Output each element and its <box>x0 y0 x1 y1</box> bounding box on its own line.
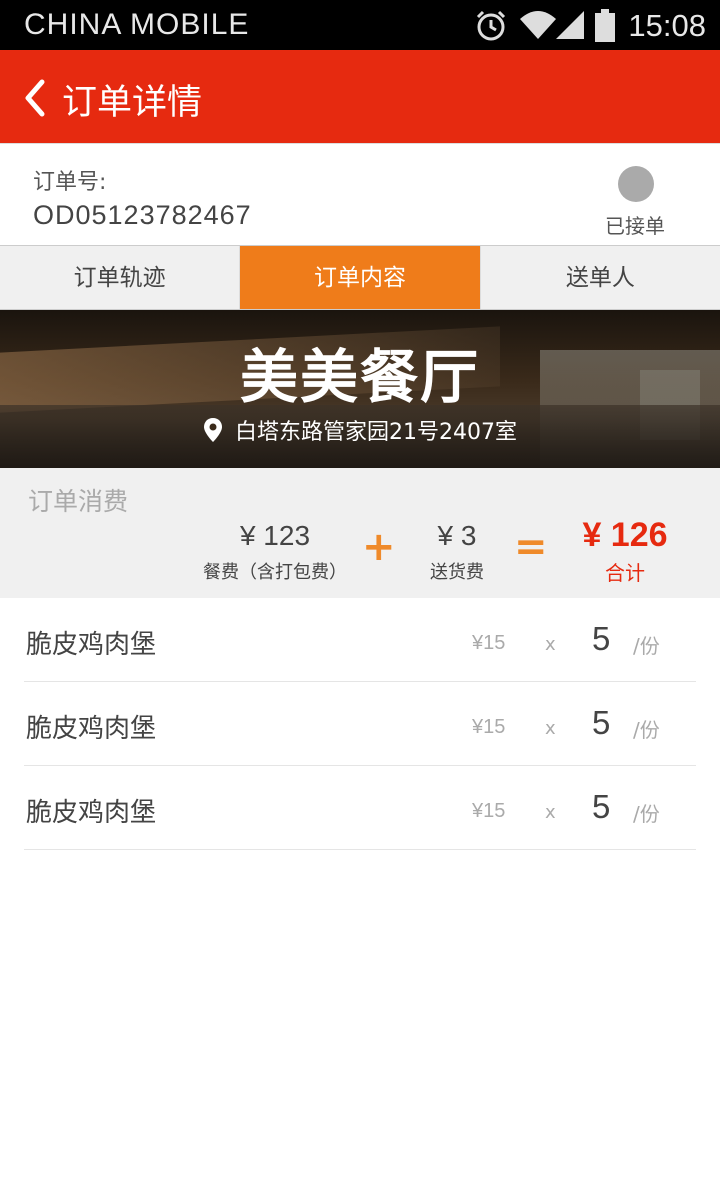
equals-sign: = <box>514 524 548 570</box>
restaurant-banner: 美美餐厅 白塔东路管家园21号2407室 <box>0 310 720 468</box>
food-fee: ¥ 123 餐费（含打包费） <box>190 520 360 584</box>
item-times: x <box>545 718 556 739</box>
alarm-icon <box>476 10 506 41</box>
food-fee-amount: ¥ 123 <box>239 520 311 551</box>
back-arrow-icon[interactable] <box>20 78 50 118</box>
consumption-heading: 订单消费 <box>28 487 129 516</box>
page-title: 订单详情 <box>62 83 203 123</box>
item-name: 脆皮鸡肉堡 <box>26 714 157 744</box>
total-fee: ¥ 126 合计 <box>555 516 695 586</box>
delivery-fee-amount: ¥ 3 <box>437 520 477 551</box>
tab-bar: 订单轨迹 订单内容 送单人 <box>0 246 720 310</box>
tab-order-track[interactable]: 订单轨迹 <box>0 246 241 309</box>
item-unit: /份 <box>633 634 660 658</box>
list-item: 脆皮鸡肉堡 ¥15 x 5 /份 <box>24 682 696 766</box>
plus-sign: + <box>362 524 396 570</box>
order-number: OD05123782467 <box>33 200 252 230</box>
status-dot-icon <box>618 166 654 202</box>
item-name: 脆皮鸡肉堡 <box>26 798 157 828</box>
carrier-label: CHINA MOBILE <box>24 8 250 41</box>
item-times: x <box>545 802 556 823</box>
item-quantity: 5 <box>592 704 611 741</box>
battery-icon <box>595 9 615 42</box>
signal-icon <box>556 11 584 39</box>
restaurant-name: 美美餐厅 <box>239 343 480 411</box>
item-name: 脆皮鸡肉堡 <box>26 630 157 660</box>
item-price: ¥15 <box>472 800 506 822</box>
item-unit: /份 <box>633 718 660 742</box>
item-times: x <box>545 634 556 655</box>
item-quantity: 5 <box>592 788 611 825</box>
order-number-label: 订单号: <box>33 170 107 195</box>
item-price: ¥15 <box>472 716 506 738</box>
clock: 15:08 <box>628 8 706 43</box>
list-item: 脆皮鸡肉堡 ¥15 x 5 /份 <box>24 598 696 682</box>
delivery-fee: ¥ 3 送货费 <box>412 520 502 584</box>
total-amount: ¥ 126 <box>582 516 668 554</box>
item-unit: /份 <box>633 802 660 826</box>
delivery-fee-caption: 送货费 <box>430 562 484 583</box>
item-quantity: 5 <box>592 620 611 657</box>
app-header: 订单详情 <box>0 50 720 143</box>
total-caption: 合计 <box>605 561 645 585</box>
restaurant-address: 白塔东路管家园21号2407室 <box>235 420 517 445</box>
item-price: ¥15 <box>472 632 506 654</box>
order-item-list: 脆皮鸡肉堡 ¥15 x 5 /份 脆皮鸡肉堡 ¥15 x 5 /份 脆皮鸡肉堡 … <box>24 598 696 850</box>
food-fee-caption: 餐费（含打包费） <box>203 562 347 583</box>
order-status: 已接单 <box>605 214 665 238</box>
tab-courier[interactable]: 送单人 <box>481 246 720 309</box>
status-bar: CHINA MOBILE 15:08 <box>0 0 720 50</box>
order-consumption: 订单消费 ¥ 123 餐费（含打包费） ¥ 3 送货费 ¥ 126 合计 <box>0 468 720 598</box>
location-pin-icon <box>204 418 222 442</box>
tab-order-content[interactable]: 订单内容 <box>240 246 481 309</box>
list-item: 脆皮鸡肉堡 ¥15 x 5 /份 <box>24 766 696 850</box>
restaurant-address-row: 白塔东路管家园21号2407室 <box>0 414 720 446</box>
order-info: 订单号: OD05123782467 已接单 <box>0 143 720 246</box>
